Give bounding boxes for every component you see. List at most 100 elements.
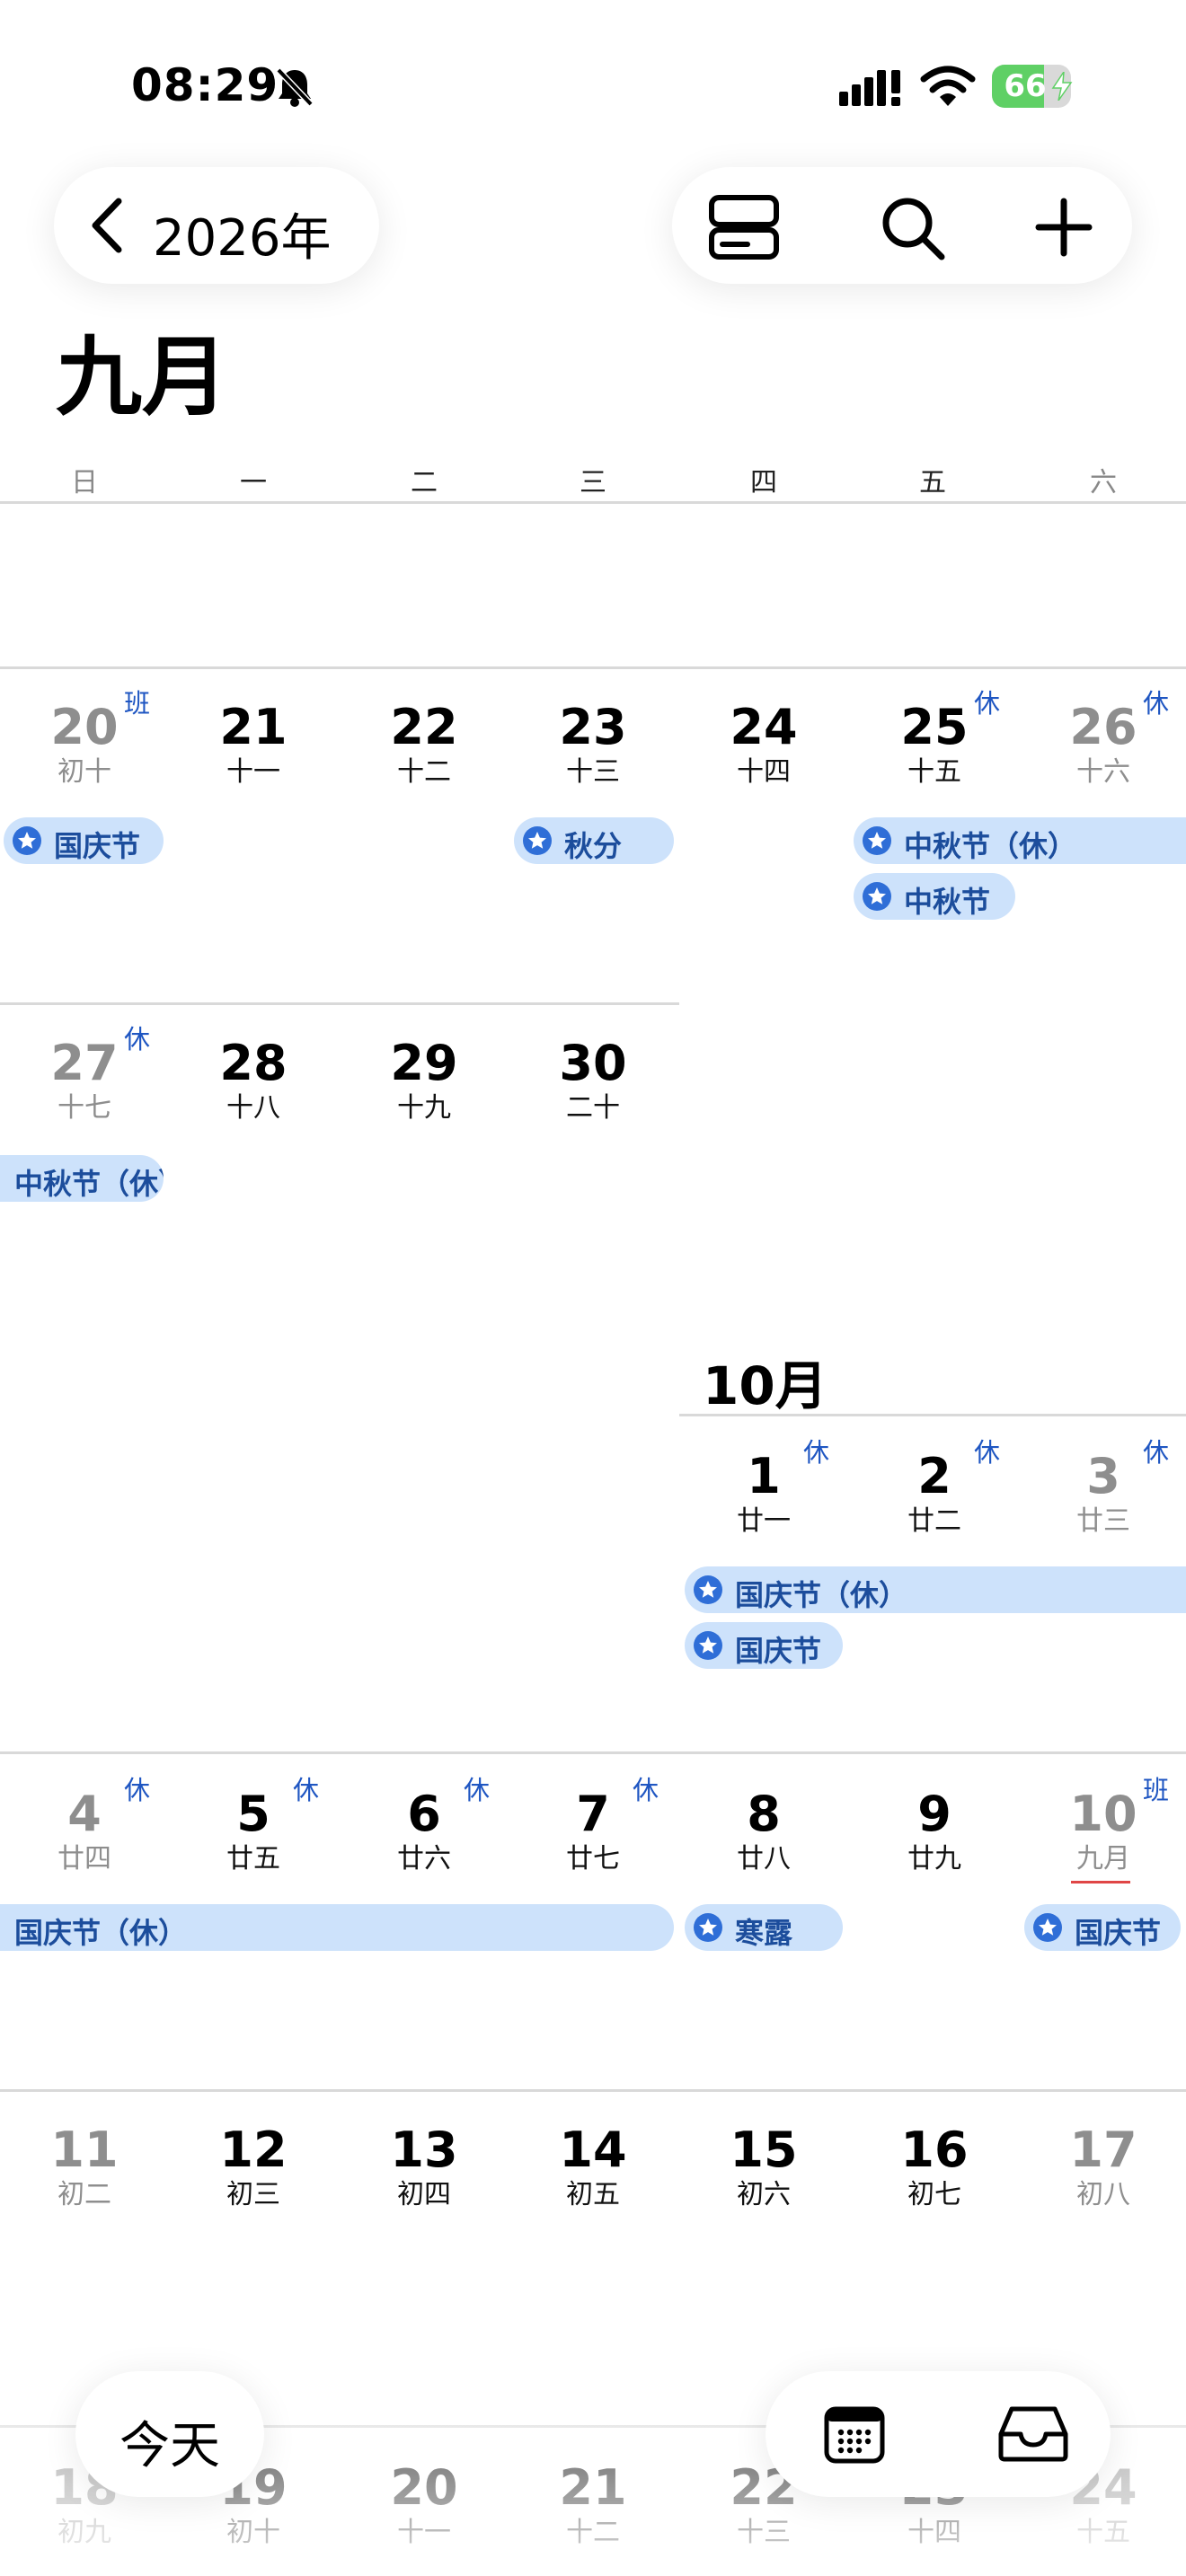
day-lunar: 九月 [1076,1843,1130,1875]
weekday-tue: 二 [411,467,438,498]
event-chip[interactable]: 中秋节 [854,873,1015,920]
day-number: 28 [219,1035,288,1091]
header-divider [0,501,1186,504]
event-label: 秋分 [564,829,623,863]
star-circle-icon [863,882,891,911]
event-chip[interactable]: 国庆节 [1024,1904,1181,1951]
back-label: 2026年 [153,209,332,268]
week-divider [0,1751,1186,1754]
event-chip[interactable]: 秋分 [514,817,674,864]
search-icon[interactable] [877,194,949,260]
october-title: 10月 [703,1355,828,1416]
day-number: 15 [730,2122,798,2178]
bottom-toolbar-pill [766,2371,1111,2497]
day-lunar: 廿七 [566,1843,620,1875]
event-chip[interactable]: 国庆节 [4,817,164,864]
day-lunar: 廿四 [58,1843,111,1875]
day-lunar: 廿三 [1076,1505,1130,1537]
day-lunar: 十六 [1076,756,1130,788]
day-lunar: 十五 [907,756,961,788]
weekday-sun: 日 [71,467,98,498]
day-lunar: 二十 [566,1092,620,1124]
event-label: 中秋节（休） [14,1167,164,1201]
day-number: 21 [219,699,288,755]
battery-icon: 66 [992,65,1076,108]
event-chip[interactable]: 国庆节（休） [685,1566,1186,1613]
day-lunar: 廿五 [226,1843,280,1875]
month-title: 九月 [56,327,228,428]
day-number: 12 [219,2122,288,2178]
day-number: 8 [747,1786,781,1842]
event-label: 寒露 [735,1916,793,1950]
battery-percent: 66 [1004,68,1047,104]
holiday-badge: 休 [974,1437,1001,1468]
event-label: 国庆节 [54,829,141,863]
lunar-month-underline [1071,1881,1130,1883]
view-toggle-icon[interactable] [708,194,780,260]
day-lunar: 十四 [737,756,791,788]
event-chip[interactable]: 寒露 [685,1904,843,1951]
charging-bolt-icon [1051,72,1073,101]
day-lunar: 十二 [397,756,451,788]
day-lunar: 初六 [737,2179,791,2210]
star-circle-icon [863,826,891,855]
star-circle-icon [694,1631,722,1660]
chevron-left-icon [92,198,122,253]
month-divider [679,1414,1186,1416]
star-circle-icon [694,1575,722,1604]
event-chip[interactable]: 中秋节（休） [854,817,1186,864]
day-lunar: 廿八 [737,1843,791,1875]
holiday-badge: 休 [124,1024,151,1054]
bell-slash-icon [276,67,314,107]
day-lunar: 初五 [566,2179,620,2210]
weekday-sat: 六 [1090,467,1117,498]
holiday-badge: 休 [1143,1437,1170,1468]
wifi-icon [920,66,976,106]
workday-badge: 班 [1143,1775,1170,1805]
day-number: 16 [900,2122,969,2178]
day-number: 14 [559,2122,627,2178]
star-circle-icon [13,826,41,855]
day-number: 30 [559,1035,627,1091]
day-lunar: 十一 [226,756,280,788]
day-lunar: 初七 [907,2179,961,2210]
holiday-badge: 休 [974,688,1001,719]
day-lunar: 十三 [566,756,620,788]
holiday-badge: 休 [124,1775,151,1805]
weekday-wed: 三 [580,467,606,498]
event-label: 国庆节（休） [14,1916,188,1950]
event-chip[interactable]: 国庆节 [685,1622,843,1669]
calendar-icon[interactable] [823,2402,886,2465]
weekday-thu: 四 [750,467,777,498]
day-lunar: 廿一 [737,1505,791,1537]
status-bar: 08:29 66 [0,0,1186,171]
day-number: 22 [390,699,458,755]
event-chip[interactable]: 国庆节（休） [0,1904,674,1951]
star-circle-icon [1033,1913,1062,1942]
weekday-mon: 一 [240,467,267,498]
week-divider [0,666,1186,669]
today-label: 今天 [119,2417,220,2475]
status-time: 08:29 [131,59,279,111]
star-circle-icon [694,1913,722,1942]
holiday-badge: 休 [464,1775,491,1805]
event-chip[interactable]: 中秋节（休） [0,1155,164,1202]
cellular-signal-icon [839,70,900,106]
today-button[interactable]: 今天 [75,2371,264,2497]
day-lunar: 十九 [397,1092,451,1124]
day-number: 29 [390,1035,458,1091]
day-lunar: 廿二 [907,1505,961,1537]
day-number: 23 [559,699,627,755]
day-lunar: 初十 [58,756,111,788]
day-lunar: 初八 [1076,2179,1130,2210]
weekday-fri: 五 [919,467,946,498]
day-lunar: 初二 [58,2179,111,2210]
day-lunar: 廿六 [397,1843,451,1875]
day-lunar: 十八 [226,1092,280,1124]
inbox-icon[interactable] [997,2404,1069,2463]
week-divider [0,2089,1186,2092]
back-to-year-button[interactable]: 2026年 [54,167,379,284]
plus-icon[interactable] [1028,194,1100,260]
holiday-badge: 休 [1143,688,1170,719]
day-lunar: 廿九 [907,1843,961,1875]
